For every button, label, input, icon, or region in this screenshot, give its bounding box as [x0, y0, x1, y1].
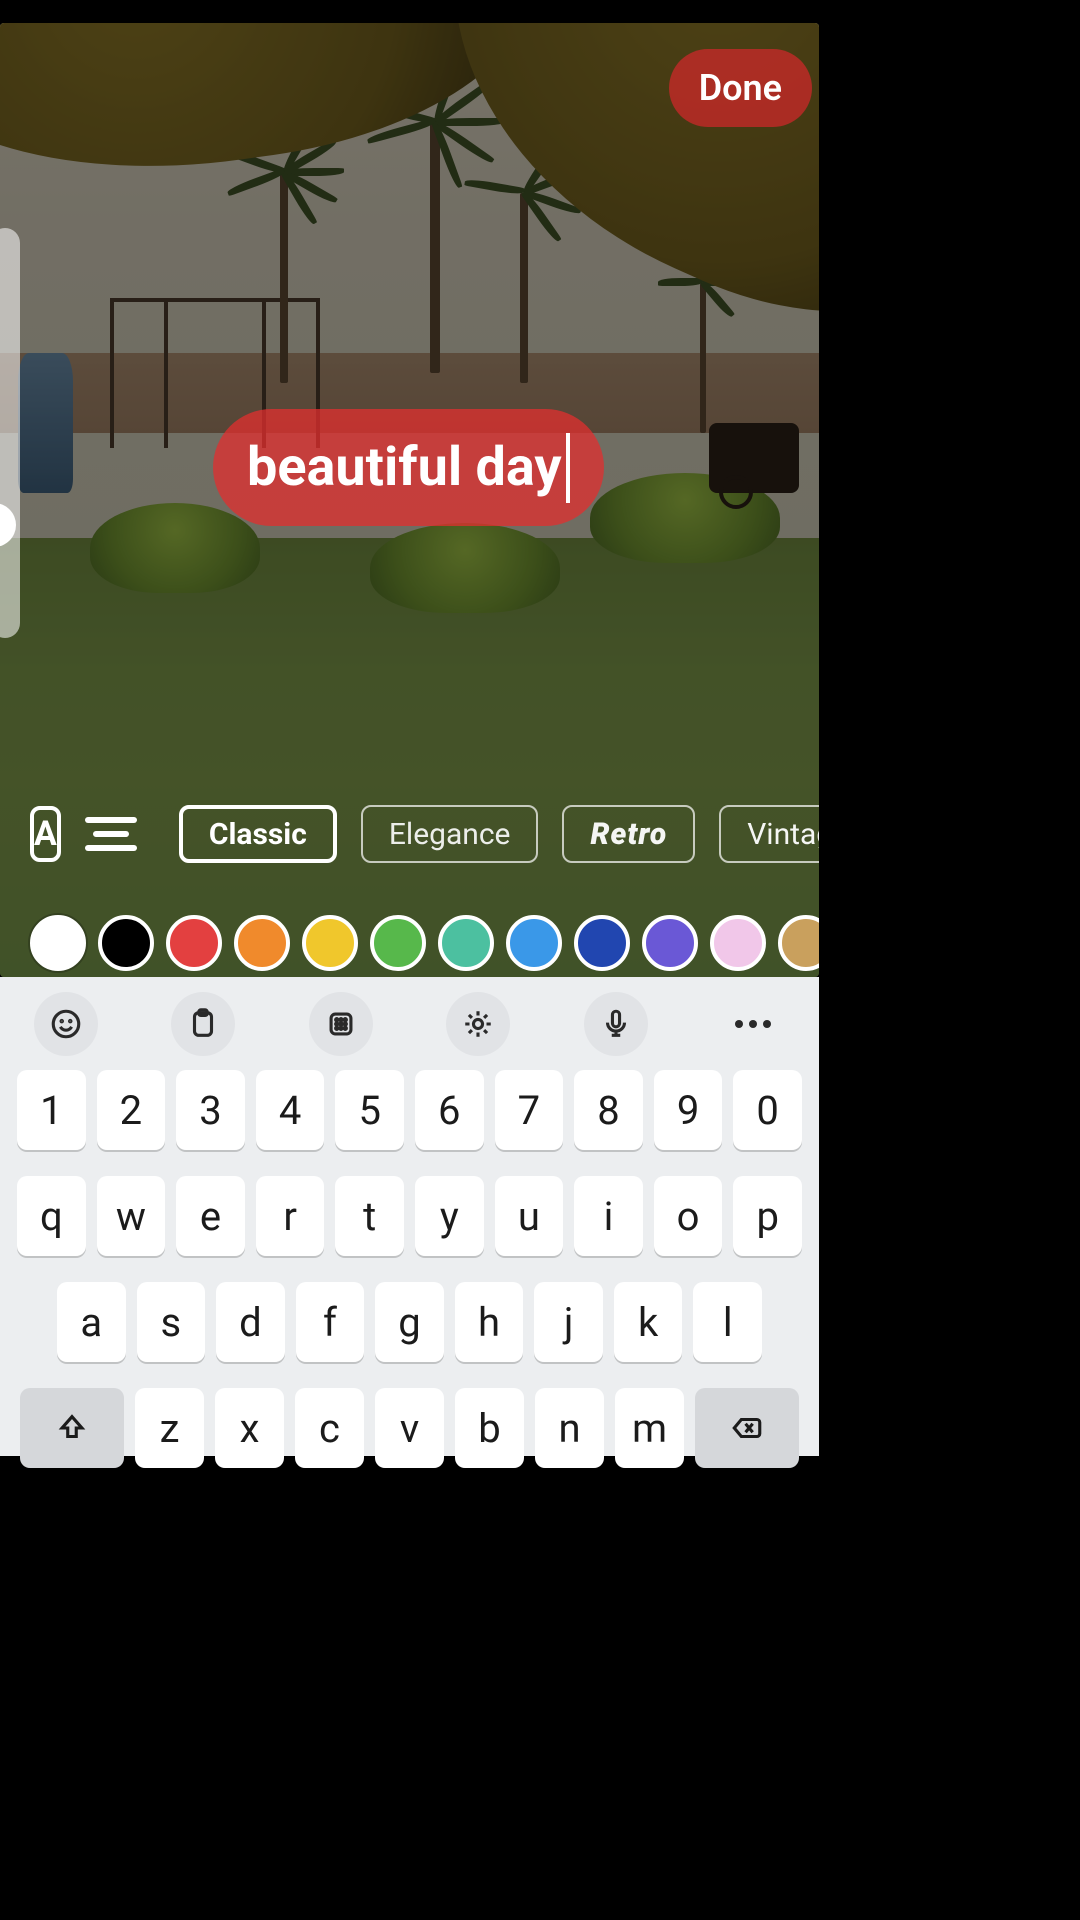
- font-chip-classic[interactable]: Classic: [179, 805, 337, 863]
- color-swatch[interactable]: [710, 915, 766, 971]
- text-size-slider-rail[interactable]: [0, 228, 20, 638]
- text-overlay-pill[interactable]: beautiful day: [213, 409, 604, 526]
- color-swatch[interactable]: [166, 915, 222, 971]
- color-swatch[interactable]: [574, 915, 630, 971]
- color-swatch[interactable]: [438, 915, 494, 971]
- keyboard-more-button[interactable]: [721, 992, 785, 1056]
- key-4[interactable]: 4: [256, 1070, 325, 1150]
- key-a[interactable]: a: [57, 1282, 126, 1362]
- keyboard-row-qwerty: qwertyuiop: [17, 1176, 802, 1256]
- key-9[interactable]: 9: [654, 1070, 723, 1150]
- key-3[interactable]: 3: [176, 1070, 245, 1150]
- voice-input-button[interactable]: [584, 992, 648, 1056]
- keyboard-settings-button[interactable]: [446, 992, 510, 1056]
- microphone-icon: [599, 1007, 633, 1041]
- key-y[interactable]: y: [415, 1176, 484, 1256]
- keypad-icon: [324, 1007, 358, 1041]
- text-overlay-content: beautiful day: [247, 436, 562, 499]
- color-swatch[interactable]: [370, 915, 426, 971]
- key-k[interactable]: k: [614, 1282, 683, 1362]
- key-e[interactable]: e: [176, 1176, 245, 1256]
- keyboard-row-numbers: 1234567890: [17, 1070, 802, 1150]
- key-q[interactable]: q: [17, 1176, 86, 1256]
- more-icon: [735, 1020, 771, 1028]
- done-button[interactable]: Done: [669, 49, 812, 127]
- status-bar: [0, 0, 819, 23]
- key-r[interactable]: r: [256, 1176, 325, 1256]
- key-n[interactable]: n: [535, 1388, 604, 1468]
- keyboard-toolbar: [0, 977, 819, 1070]
- key-p[interactable]: p: [733, 1176, 802, 1256]
- color-swatch[interactable]: [778, 915, 819, 971]
- font-style-scroller[interactable]: Classic Elegance Retro Vintage: [179, 805, 819, 863]
- story-text-editor-screen: Done beautiful day A Classic Elegance: [0, 0, 819, 1456]
- key-g[interactable]: g: [375, 1282, 444, 1362]
- smiley-icon: [49, 1007, 83, 1041]
- font-chip-label: Classic: [209, 817, 307, 852]
- key-m[interactable]: m: [615, 1388, 684, 1468]
- color-swatch[interactable]: [506, 915, 562, 971]
- story-photo-canvas[interactable]: Done beautiful day A Classic Elegance: [0, 23, 819, 977]
- key-x[interactable]: x: [215, 1388, 284, 1468]
- key-u[interactable]: u: [495, 1176, 564, 1256]
- color-swatch[interactable]: [302, 915, 358, 971]
- key-o[interactable]: o: [654, 1176, 723, 1256]
- key-0[interactable]: 0: [733, 1070, 802, 1150]
- key-h[interactable]: h: [455, 1282, 524, 1362]
- key-f[interactable]: f: [296, 1282, 365, 1362]
- key-l[interactable]: l: [693, 1282, 762, 1362]
- gear-icon: [461, 1007, 495, 1041]
- backspace-icon: [730, 1411, 764, 1445]
- emoji-button[interactable]: [34, 992, 98, 1056]
- shift-icon: [55, 1411, 89, 1445]
- key-b[interactable]: b: [455, 1388, 524, 1468]
- font-chip-retro[interactable]: Retro: [562, 805, 695, 863]
- key-2[interactable]: 2: [97, 1070, 166, 1150]
- color-swatch[interactable]: [98, 915, 154, 971]
- color-swatch[interactable]: [234, 915, 290, 971]
- font-chip-vintage[interactable]: Vintage: [719, 805, 819, 863]
- key-t[interactable]: t: [335, 1176, 404, 1256]
- keyboard-row-asdf: asdfghjkl: [17, 1282, 802, 1362]
- text-caret: [566, 433, 570, 503]
- keypad-layout-button[interactable]: [309, 992, 373, 1056]
- keyboard-row-zxcv: zxcvbnm: [17, 1388, 802, 1468]
- font-chip-label: Elegance: [389, 817, 511, 852]
- key-i[interactable]: i: [574, 1176, 643, 1256]
- key-j[interactable]: j: [534, 1282, 603, 1362]
- shift-key[interactable]: [20, 1388, 124, 1468]
- key-v[interactable]: v: [375, 1388, 444, 1468]
- key-z[interactable]: z: [135, 1388, 204, 1468]
- key-w[interactable]: w: [97, 1176, 166, 1256]
- text-color-palette: [0, 913, 819, 973]
- key-1[interactable]: 1: [17, 1070, 86, 1150]
- keyboard-keys: 1234567890 qwertyuiop asdfghjkl zxcvbnm: [0, 1070, 819, 1468]
- text-style-toolbar: A Classic Elegance Retro Vintage: [0, 803, 819, 865]
- font-chip-label: Retro: [590, 817, 667, 852]
- key-c[interactable]: c: [295, 1388, 364, 1468]
- clipboard-icon: [186, 1007, 220, 1041]
- text-background-toggle[interactable]: A: [30, 806, 61, 862]
- color-swatch[interactable]: [30, 915, 86, 971]
- key-6[interactable]: 6: [415, 1070, 484, 1150]
- font-chip-label: Vintage: [747, 817, 819, 852]
- text-align-button[interactable]: [85, 808, 137, 860]
- key-7[interactable]: 7: [495, 1070, 564, 1150]
- key-d[interactable]: d: [216, 1282, 285, 1362]
- backspace-key[interactable]: [695, 1388, 799, 1468]
- key-5[interactable]: 5: [335, 1070, 404, 1150]
- key-8[interactable]: 8: [574, 1070, 643, 1150]
- key-s[interactable]: s: [137, 1282, 206, 1362]
- done-button-label: Done: [699, 67, 782, 109]
- soft-keyboard: 1234567890 qwertyuiop asdfghjkl zxcvbnm: [0, 977, 819, 1456]
- clipboard-button[interactable]: [171, 992, 235, 1056]
- font-chip-elegance[interactable]: Elegance: [361, 805, 539, 863]
- color-swatch[interactable]: [642, 915, 698, 971]
